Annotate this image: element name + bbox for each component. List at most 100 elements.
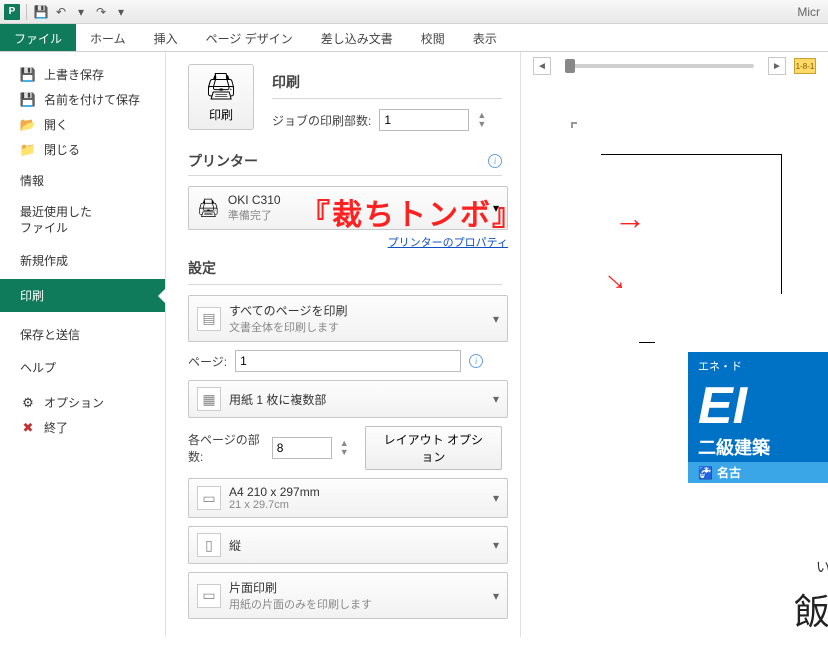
spinner-icon[interactable]: ▲▼	[477, 111, 486, 129]
portrait-icon: ▯	[197, 533, 221, 557]
paper-size-dropdown[interactable]: ▭ A4 210 x 297mm 21 x 29.7cm ▾	[188, 478, 508, 518]
print-title: 印刷	[272, 72, 502, 92]
slider-thumb[interactable]	[565, 59, 575, 73]
preview-toolbar: ◄ ► 1-8-1	[521, 52, 828, 80]
tab-file[interactable]: ファイル	[0, 24, 76, 51]
orientation-dropdown[interactable]: ▯ 縦 ▾	[188, 526, 508, 564]
pages-label: ページ:	[188, 353, 227, 370]
ribbon-tabs: ファイル ホーム 挿入 ページ デザイン 差し込み文書 校閲 表示	[0, 24, 828, 52]
exit-icon: ✖	[20, 420, 36, 436]
single-side-icon: ▭	[197, 584, 221, 608]
app-icon: P	[4, 4, 20, 20]
sidebar-item-exit[interactable]: ✖ 終了	[0, 415, 165, 440]
sidebar-item-info[interactable]: 情報	[0, 162, 165, 195]
banner-small: エネ・ド	[688, 352, 828, 380]
sidebar-item-label: 終了	[44, 419, 68, 436]
info-icon[interactable]: i	[488, 154, 502, 168]
tab-view[interactable]: 表示	[459, 24, 511, 51]
sidebar-item-label: 上書き保存	[44, 66, 104, 83]
sidebar-item-print[interactable]: 印刷	[0, 279, 165, 312]
print-scope-dropdown[interactable]: ▤ すべてのページを印刷 文書全体を印刷します ▾	[188, 295, 508, 342]
qat-customize-icon[interactable]: ▾	[113, 4, 129, 20]
folder-icon: 📁	[20, 142, 36, 158]
layout-options-button[interactable]: レイアウト オプション	[365, 426, 502, 470]
save-icon[interactable]: 💾	[33, 4, 49, 20]
settings-section-title: 設定	[188, 258, 502, 278]
undo-icon[interactable]: ↶	[53, 4, 69, 20]
sidebar-item-save[interactable]: 💾 上書き保存	[0, 62, 165, 87]
tab-home[interactable]: ホーム	[76, 24, 140, 51]
copies-label: ジョブの印刷部数:	[272, 112, 371, 129]
sidebar-item-label: 閉じる	[44, 141, 80, 158]
paper-sub: 21 x 29.7cm	[229, 499, 485, 511]
sidebar-item-new[interactable]: 新規作成	[0, 242, 165, 275]
collate-title: 用紙 1 枚に複数部	[229, 391, 485, 408]
sidebar-item-open[interactable]: 📂 開く	[0, 112, 165, 137]
sidebar-item-save-send[interactable]: 保存と送信	[0, 316, 165, 349]
printer-selector[interactable]: 🖨 OKI C310 準備完了 ▾	[188, 186, 508, 230]
prev-page-button[interactable]: ◄	[533, 57, 551, 75]
doc-text-large: 飯	[794, 583, 828, 635]
tab-insert[interactable]: 挿入	[140, 24, 192, 51]
banner-line2: 🚰名古	[688, 462, 828, 483]
scope-sub: 文書全体を印刷します	[229, 319, 485, 335]
copies-per-page-label: 各ページの部数:	[188, 431, 264, 465]
save-icon: 💾	[20, 67, 36, 83]
chevron-down-icon: ▾	[493, 392, 499, 406]
tab-review[interactable]: 校閲	[407, 24, 459, 51]
document-content: エネ・ド EI 二級建築 🚰名古	[688, 352, 828, 483]
collate-dropdown[interactable]: ▦ 用紙 1 枚に複数部 ▾	[188, 380, 508, 418]
print-button[interactable]: 🖨 印刷	[188, 64, 254, 130]
sidebar-item-help[interactable]: ヘルプ	[0, 349, 165, 382]
ruler-icon[interactable]: 1-8-1	[794, 58, 816, 74]
copies-per-page-input[interactable]	[272, 437, 332, 459]
next-page-button[interactable]: ►	[768, 57, 786, 75]
printer-icon: 🖨	[197, 198, 220, 219]
sidebar-item-options[interactable]: ⚙ オプション	[0, 390, 165, 415]
printer-properties-link[interactable]: プリンターのプロパティ	[388, 237, 508, 249]
collate-icon: ▦	[197, 387, 221, 411]
preview-canvas: エネ・ド EI 二級建築 🚰名古 い 飯	[551, 92, 828, 647]
undo-more-icon[interactable]: ▾	[73, 4, 89, 20]
doc-text-small: い	[816, 557, 828, 577]
tab-mailings[interactable]: 差し込み文書	[307, 24, 407, 51]
duplex-title: 片面印刷	[229, 579, 485, 596]
print-preview-panel: ◄ ► 1-8-1 エネ・ド EI 二級建築 🚰名古 い 飯	[520, 52, 828, 637]
sidebar-item-label: オプション	[44, 394, 104, 411]
chevron-down-icon: ▾	[493, 491, 499, 505]
info-icon[interactable]: i	[469, 354, 483, 368]
options-icon: ⚙	[20, 395, 36, 411]
tab-page-design[interactable]: ページ デザイン	[192, 24, 307, 51]
sidebar-item-label: 開く	[44, 116, 68, 133]
pages-icon: ▤	[197, 307, 221, 331]
chevron-down-icon: ▾	[493, 538, 499, 552]
app-title: Micr	[797, 5, 824, 19]
spinner-icon[interactable]: ▲▼	[340, 439, 349, 457]
chevron-down-icon: ▾	[493, 589, 499, 603]
pages-input[interactable]	[235, 350, 461, 372]
banner-line1: 二級建築	[688, 432, 828, 462]
duplex-sub: 用紙の片面のみを印刷します	[229, 596, 485, 612]
folder-open-icon: 📂	[20, 117, 36, 133]
print-settings-panel: 🖨 印刷 印刷 ジョブの印刷部数: ▲▼ プリンター i 🖨 OKI C310 …	[166, 52, 520, 637]
printer-icon: 🖨	[204, 71, 237, 102]
printer-section-title: プリンター	[188, 151, 488, 171]
backstage-sidebar: 💾 上書き保存 💾名前を付けて保存 📂 開く 📁 閉じる 情報 最近使用した ファイル…	[0, 52, 166, 637]
copies-input[interactable]	[379, 109, 469, 131]
printer-name: OKI C310	[228, 193, 485, 207]
redo-icon[interactable]: ↷	[93, 4, 109, 20]
sidebar-item-recent[interactable]: 最近使用した ファイル	[0, 195, 165, 242]
quick-access-toolbar: P 💾 ↶ ▾ ↷ ▾ Micr	[0, 0, 828, 24]
zoom-slider[interactable]	[565, 64, 754, 68]
paper-title: A4 210 x 297mm	[229, 485, 485, 499]
sidebar-item-close[interactable]: 📁 閉じる	[0, 137, 165, 162]
duplex-dropdown[interactable]: ▭ 片面印刷 用紙の片面のみを印刷します ▾	[188, 572, 508, 619]
sidebar-item-label: 名前を付けて保存	[44, 91, 140, 108]
paper-icon: ▭	[197, 486, 221, 510]
banner-logo: EI	[688, 380, 828, 432]
sidebar-item-save-as[interactable]: 💾名前を付けて保存	[0, 87, 165, 112]
scope-title: すべてのページを印刷	[229, 302, 485, 319]
chevron-down-icon: ▾	[493, 201, 499, 215]
faucet-icon: 🚰	[698, 466, 713, 480]
print-button-label: 印刷	[209, 106, 233, 123]
